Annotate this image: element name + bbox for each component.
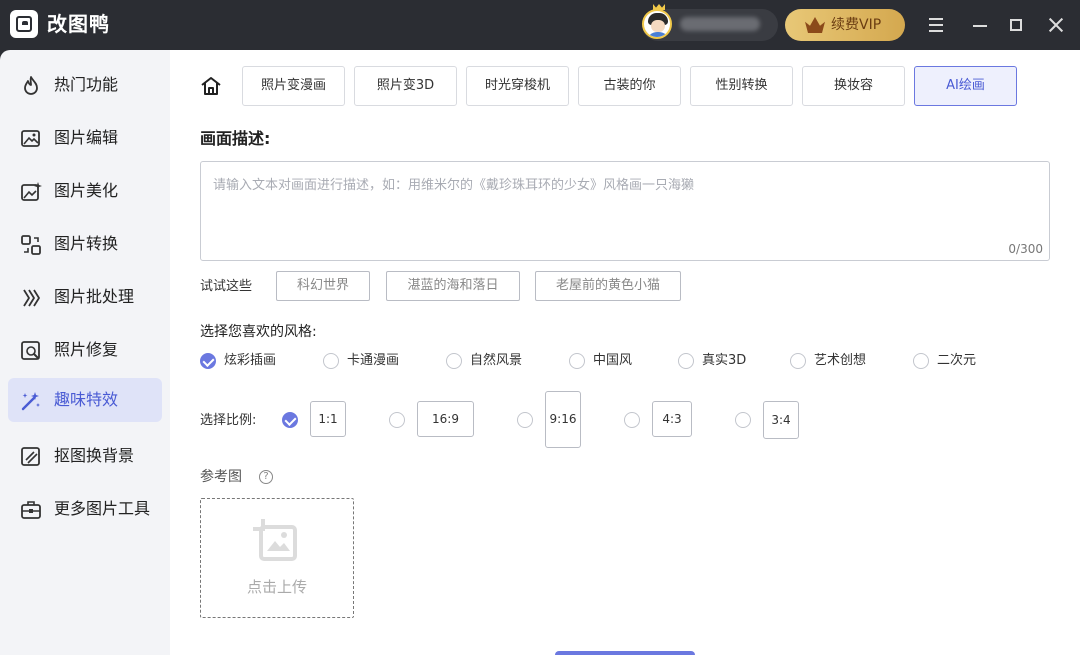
fire-icon [24,76,38,95]
menu-icon[interactable] [926,15,946,35]
sidebar-item-more-tools[interactable]: 更多图片工具 [8,487,162,531]
user-account[interactable] [642,9,778,41]
style-option-label[interactable]: 艺术创想 [814,352,866,370]
reference-label: 参考图 [200,469,242,485]
sidebar-item-label: 图片批处理 [54,287,135,306]
main-panel: 照片变漫画 照片变3D 时光穿梭机 古装的你 性别转换 换妆容 AI绘画 画面描… [170,50,1080,655]
style-radio[interactable] [446,353,462,369]
app-title: 改图鸭 [47,12,110,36]
ratio-option-3-4[interactable]: 3:4 [763,401,799,439]
sidebar-item-fun-effects[interactable]: 趣味特效 [8,378,162,422]
sidebar-item-cutout[interactable]: 抠图换背景 [8,434,162,478]
style-option-label[interactable]: 二次元 [937,352,976,370]
image-upload-icon [253,519,297,561]
suggestion-chip[interactable]: 老屋前的黄色小猫 [535,271,681,301]
tab-gender-swap[interactable]: 性别转换 [690,66,793,106]
tab-time-machine[interactable]: 时光穿梭机 [466,66,569,106]
photo-repair-icon [21,341,40,360]
tab-makeup[interactable]: 换妆容 [802,66,905,106]
ratio-option-1-1[interactable]: 1:1 [310,401,346,437]
vip-crown-icon [805,17,825,33]
style-radio[interactable] [790,353,806,369]
minimize-icon[interactable] [970,15,990,35]
sidebar-item-batch[interactable]: 图片批处理 [8,275,162,319]
sidebar-item-label: 趣味特效 [54,390,119,409]
sidebar-item-label: 抠图换背景 [54,446,135,465]
username-blurred [680,17,760,31]
sidebar-item-image-edit[interactable]: 图片编辑 [8,116,162,160]
upload-area[interactable]: 点击上传 [200,498,354,618]
style-radio[interactable] [678,353,694,369]
tab-ai-painting[interactable]: AI绘画 [914,66,1017,106]
convert-icon [21,235,41,255]
close-icon[interactable] [1046,15,1066,35]
home-icon[interactable] [200,76,222,96]
renew-vip-button[interactable]: 续费VIP [785,9,905,41]
ratio-option-16-9[interactable]: 16:9 [417,401,474,437]
upload-text: 点击上传 [246,578,307,596]
cutout-icon [21,447,40,466]
sidebar-item-photo-repair[interactable]: 照片修复 [8,328,162,372]
ratio-radio[interactable] [389,412,405,428]
style-option-label[interactable]: 卡通漫画 [347,352,399,370]
ratio-radio-selected[interactable] [282,412,298,428]
magic-wand-icon [21,392,40,411]
ratio-radio[interactable] [735,412,751,428]
style-option-label[interactable]: 真实3D [702,352,746,370]
tab-photo-to-3d[interactable]: 照片变3D [354,66,457,106]
sidebar: 热门功能 图片编辑 图片美化 图片转换 图片批处理 照片修复 趣味特效 抠图换背… [0,50,170,655]
sidebar-item-label: 图片编辑 [54,128,119,147]
batch-icon [23,289,40,307]
style-option-label[interactable]: 炫彩插画 [224,352,276,370]
char-counter: 0/300 [1008,242,1043,256]
avatar[interactable] [642,9,672,39]
sidebar-item-convert[interactable]: 图片转换 [8,222,162,266]
tab-ancient-costume[interactable]: 古装的你 [578,66,681,106]
sidebar-item-label: 图片美化 [54,181,119,200]
suggestion-chip[interactable]: 湛蓝的海和落日 [386,271,520,301]
tab-photo-to-comic[interactable]: 照片变漫画 [242,66,345,106]
description-box: 0/300 [200,161,1050,261]
crown-icon [653,4,665,10]
style-label: 选择您喜欢的风格: [200,324,317,340]
suggestion-chip[interactable]: 科幻世界 [276,271,370,301]
image-edit-icon [21,130,40,147]
ratio-option-9-16[interactable]: 9:16 [545,391,581,448]
renew-vip-label: 续费VIP [831,17,882,33]
sidebar-item-label: 照片修复 [54,340,119,359]
style-option-label[interactable]: 自然风景 [470,352,522,370]
ratio-option-4-3[interactable]: 4:3 [652,401,692,437]
ratio-label: 选择比例: [200,413,257,428]
suggestions-label: 试试这些 [200,279,253,294]
title-bar: 改图鸭 续费VIP [0,0,1080,50]
ratio-radio[interactable] [517,412,533,428]
sidebar-item-label: 图片转换 [54,234,119,253]
description-input[interactable] [201,162,1049,260]
sidebar-item-image-beautify[interactable]: 图片美化 [8,169,162,213]
style-radio[interactable] [569,353,585,369]
style-option-label[interactable]: 中国风 [593,352,632,370]
toolbox-icon [21,501,41,519]
app-logo-icon [10,10,38,38]
sidebar-item-label: 更多图片工具 [54,499,151,518]
style-radio-selected[interactable] [200,353,216,369]
style-radio[interactable] [913,353,929,369]
sidebar-item-hot[interactable]: 热门功能 [8,63,162,107]
help-icon[interactable]: ? [259,470,273,484]
maximize-icon[interactable] [1006,15,1026,35]
ratio-radio[interactable] [624,412,640,428]
generate-button[interactable] [555,651,695,655]
image-beautify-icon [21,182,42,201]
description-title: 画面描述: [200,129,271,148]
sidebar-item-label: 热门功能 [54,75,119,94]
style-radio[interactable] [323,353,339,369]
